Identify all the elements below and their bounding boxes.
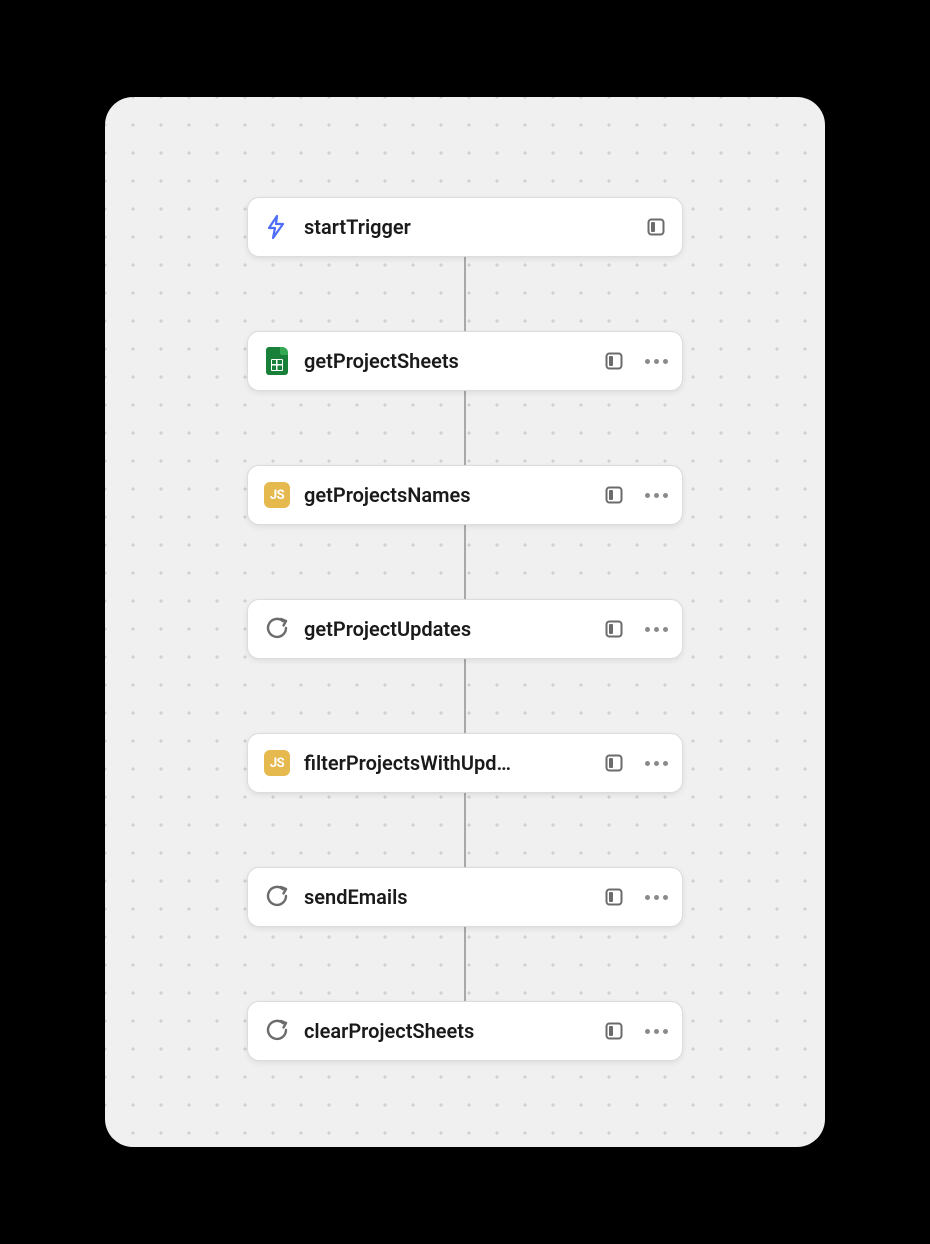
lightning-icon	[262, 212, 292, 242]
more-icon	[645, 359, 668, 364]
connector	[464, 525, 466, 599]
node-label: clearProjectSheets	[304, 1019, 596, 1043]
node-label: getProjectSheets	[304, 349, 596, 373]
more-options-button[interactable]	[638, 879, 674, 915]
workflow-node-startTrigger[interactable]: startTrigger	[247, 197, 683, 257]
node-actions	[596, 343, 674, 379]
connector	[464, 391, 466, 465]
connector	[464, 257, 466, 331]
more-icon	[645, 761, 668, 766]
node-actions	[596, 745, 674, 781]
workflow-canvas[interactable]: startTrigger getProjectSheets JS getProject…	[105, 97, 825, 1147]
node-label: sendEmails	[304, 885, 596, 909]
node-label: filterProjectsWithUpd…	[304, 751, 596, 775]
node-label: getProjectsNames	[304, 483, 596, 507]
workflow-node-getProjectSheets[interactable]: getProjectSheets	[247, 331, 683, 391]
toggle-panel-button[interactable]	[596, 343, 632, 379]
workflow-node-clearProjectSheets[interactable]: clearProjectSheets	[247, 1001, 683, 1061]
toggle-panel-button[interactable]	[596, 611, 632, 647]
js-icon: JS	[262, 748, 292, 778]
workflow-node-filterProjectsWithUpdates[interactable]: JS filterProjectsWithUpd…	[247, 733, 683, 793]
node-actions	[596, 879, 674, 915]
node-actions	[638, 209, 674, 245]
toggle-panel-button[interactable]	[638, 209, 674, 245]
more-options-button[interactable]	[638, 1013, 674, 1049]
loop-icon	[262, 882, 292, 912]
workflow-node-getProjectUpdates[interactable]: getProjectUpdates	[247, 599, 683, 659]
more-icon	[645, 493, 668, 498]
loop-icon	[262, 614, 292, 644]
more-options-button[interactable]	[638, 343, 674, 379]
node-actions	[596, 477, 674, 513]
connector	[464, 927, 466, 1001]
node-actions	[596, 1013, 674, 1049]
node-actions	[596, 611, 674, 647]
sheets-icon	[262, 346, 292, 376]
node-label: getProjectUpdates	[304, 617, 596, 641]
more-options-button[interactable]	[638, 477, 674, 513]
more-icon	[645, 627, 668, 632]
loop-icon	[262, 1016, 292, 1046]
toggle-panel-button[interactable]	[596, 477, 632, 513]
js-icon: JS	[262, 480, 292, 510]
node-label: startTrigger	[304, 215, 638, 239]
more-options-button[interactable]	[638, 745, 674, 781]
toggle-panel-button[interactable]	[596, 879, 632, 915]
toggle-panel-button[interactable]	[596, 1013, 632, 1049]
more-icon	[645, 895, 668, 900]
connector	[464, 659, 466, 733]
connector	[464, 793, 466, 867]
toggle-panel-button[interactable]	[596, 745, 632, 781]
more-icon	[645, 1029, 668, 1034]
workflow-node-getProjectsNames[interactable]: JS getProjectsNames	[247, 465, 683, 525]
workflow-node-sendEmails[interactable]: sendEmails	[247, 867, 683, 927]
more-options-button[interactable]	[638, 611, 674, 647]
